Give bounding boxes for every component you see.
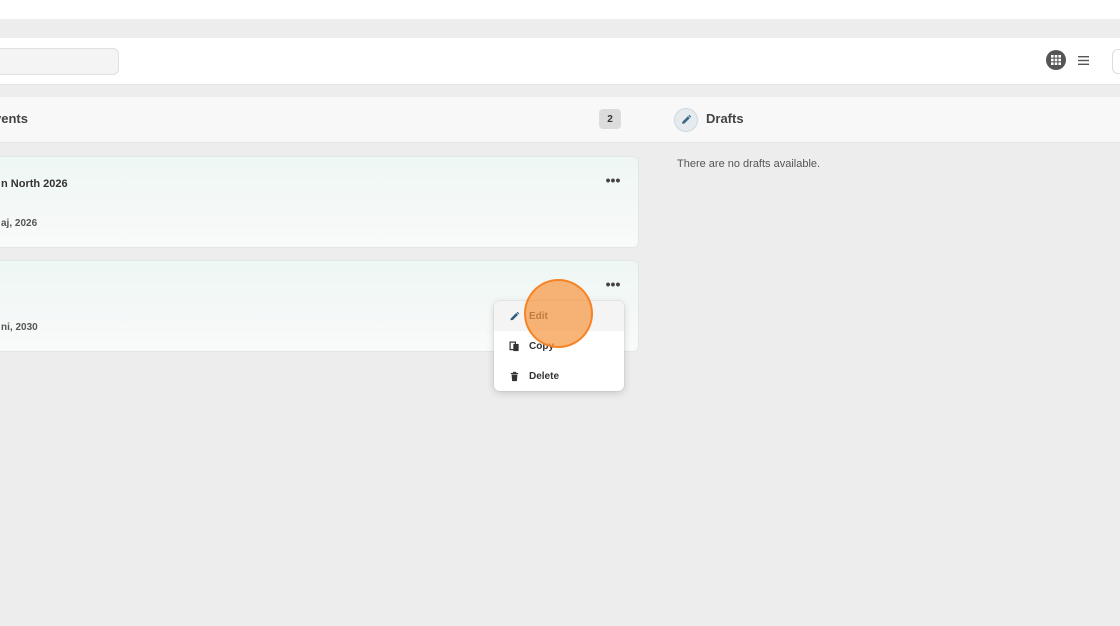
gap-strip [0, 19, 1120, 38]
empty-drafts-message: There are no drafts available. [677, 158, 821, 170]
menu-item-copy[interactable]: Copy [494, 331, 624, 361]
event-card-title: n North 2026 [1, 178, 68, 190]
drafts-panel-header: Drafts [660, 97, 1120, 143]
grid-icon [1051, 55, 1061, 65]
event-card-date: aj, 2026 [1, 218, 38, 229]
trash-icon [509, 371, 520, 382]
pencil-icon [674, 108, 698, 132]
menu-item-label: Delete [529, 370, 560, 382]
toolbar [0, 38, 1120, 85]
event-card-date: ni, 2030 [1, 322, 38, 333]
ellipsis-icon: ••• [605, 276, 621, 292]
toolbar-edge-button[interactable] [1112, 49, 1120, 74]
copy-icon [509, 341, 520, 352]
list-icon [1077, 55, 1089, 65]
drafts-pencil-icon [682, 114, 692, 124]
ellipsis-icon: ••• [605, 172, 621, 188]
more-options-button[interactable]: ••• [602, 277, 624, 291]
list-view-button[interactable] [1075, 52, 1091, 68]
event-card[interactable]: n North 2026 aj, 2026 ••• [0, 156, 639, 248]
menu-item-label: Edit [529, 310, 548, 322]
search-input[interactable] [0, 48, 119, 75]
pencil-icon [509, 311, 520, 322]
menu-item-edit[interactable]: Edit [494, 301, 624, 331]
menu-item-delete[interactable]: Delete [494, 361, 624, 391]
menu-item-label: Copy [529, 340, 554, 352]
grid-view-button[interactable] [1046, 50, 1066, 70]
more-options-button[interactable]: ••• [602, 173, 624, 187]
events-panel-header: vents 2 [0, 97, 660, 143]
top-strip [0, 0, 1120, 19]
events-count-badge: 2 [599, 109, 621, 129]
drafts-title: Drafts [706, 111, 744, 126]
context-menu: Edit Copy Delete [494, 301, 624, 391]
events-title: vents [0, 111, 28, 126]
